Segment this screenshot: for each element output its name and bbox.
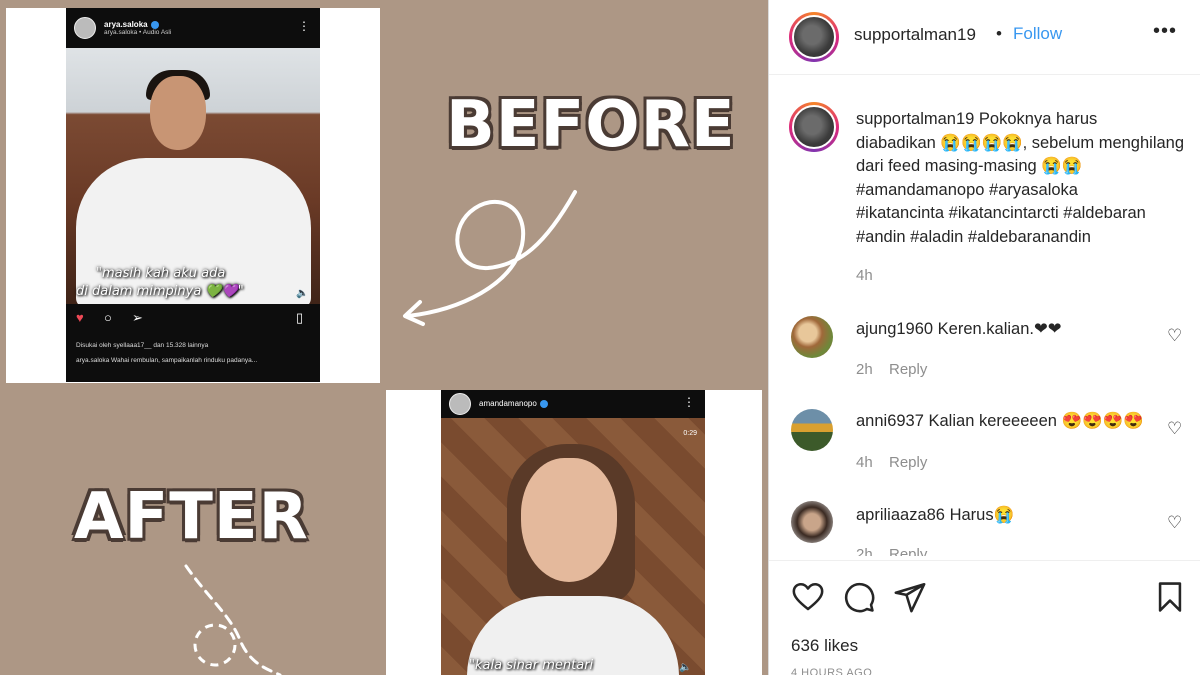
comment-text: Kalian kereeeeen 😍😍😍😍 xyxy=(928,412,1144,430)
post-sidebar: supportalman19 • Follow ••• supportalman… xyxy=(768,0,1200,675)
follow-button[interactable]: Follow xyxy=(1013,24,1062,44)
hashtags[interactable]: #andin #aladin #aldebaranandin xyxy=(856,228,1091,246)
likes-count[interactable]: 636 likes xyxy=(791,636,858,656)
caption-line: dari feed masing-masing 😭😭 xyxy=(856,157,1083,175)
list-item: apriliaaza86 Harus😭 xyxy=(856,506,1014,525)
comments-list[interactable]: supportalman19 Pokoknya harus diabadikan… xyxy=(769,76,1200,556)
avatar[interactable] xyxy=(789,102,839,152)
comment-text: Keren.kalian.❤❤ xyxy=(937,320,1062,338)
more-options-icon[interactable]: ••• xyxy=(1153,20,1177,43)
screenshot-username: amandamanopo xyxy=(479,399,537,409)
after-post-header: amandamanopo ⋮ xyxy=(441,390,705,418)
caption-line: diabadikan 😭😭😭😭, sebelum menghilang xyxy=(856,133,1185,152)
caption-username[interactable]: supportalman19 xyxy=(856,110,974,128)
separator-dot: • xyxy=(996,24,1002,43)
avatar[interactable] xyxy=(789,12,839,62)
comment-username[interactable]: ajung1960 xyxy=(856,320,933,338)
comment-time[interactable]: 2h xyxy=(856,546,873,556)
header-username[interactable]: supportalman19 xyxy=(854,25,976,45)
video-caption: "kala sinar mentari xyxy=(469,658,594,673)
hashtags[interactable]: #ikatancinta #ikatancintarcti #aldebaran xyxy=(856,204,1146,222)
comment-username[interactable]: apriliaaza86 xyxy=(856,506,945,524)
share-icon[interactable] xyxy=(893,580,927,614)
posted-time[interactable]: 4 HOURS AGO xyxy=(791,667,872,675)
speaker-icon: 🔈 xyxy=(679,662,692,673)
comment-text: Harus😭 xyxy=(949,506,1015,524)
verified-icon xyxy=(539,400,548,409)
more-icon: ⋮ xyxy=(683,395,695,409)
heart-icon[interactable]: ♡ xyxy=(1167,326,1182,346)
video-frame: 0:29 "kala sinar mentari 🔈 xyxy=(441,418,705,675)
comment-icon[interactable] xyxy=(842,580,876,614)
avatar xyxy=(449,393,471,415)
reply-button[interactable]: Reply xyxy=(889,454,927,471)
comment-time[interactable]: 4h xyxy=(856,454,873,471)
avatar[interactable] xyxy=(791,501,833,543)
post-header: supportalman19 • Follow ••• xyxy=(769,0,1200,75)
post-caption: supportalman19 Pokoknya harus diabadikan… xyxy=(856,108,1186,249)
caption-time[interactable]: 4h xyxy=(856,267,873,284)
after-screenshot: amandamanopo ⋮ 0:29 "kala sinar mentari … xyxy=(441,390,705,675)
list-item: ajung1960 Keren.kalian.❤❤ xyxy=(856,319,1062,339)
post-actions: 636 likes 4 HOURS AGO xyxy=(769,560,1200,675)
video-timer: 0:29 xyxy=(683,430,697,437)
hashtags[interactable]: #amandamanopo #aryasaloka xyxy=(856,181,1078,199)
comment-time[interactable]: 2h xyxy=(856,361,873,378)
list-item: anni6937 Kalian kereeeeen 😍😍😍😍 xyxy=(856,412,1144,431)
caption-line: Pokoknya harus xyxy=(978,110,1098,128)
avatar[interactable] xyxy=(791,316,833,358)
post-image[interactable]: arya.saloka arya.saloka • Audio Asli ⋮ "… xyxy=(0,0,768,675)
like-heart-icon[interactable] xyxy=(791,580,825,614)
reply-button[interactable]: Reply xyxy=(889,546,927,556)
reply-button[interactable]: Reply xyxy=(889,361,927,378)
avatar[interactable] xyxy=(791,409,833,451)
comment-username[interactable]: anni6937 xyxy=(856,412,924,430)
bookmark-icon[interactable] xyxy=(1153,580,1187,614)
heart-icon[interactable]: ♡ xyxy=(1167,513,1182,533)
heart-icon[interactable]: ♡ xyxy=(1167,419,1182,439)
